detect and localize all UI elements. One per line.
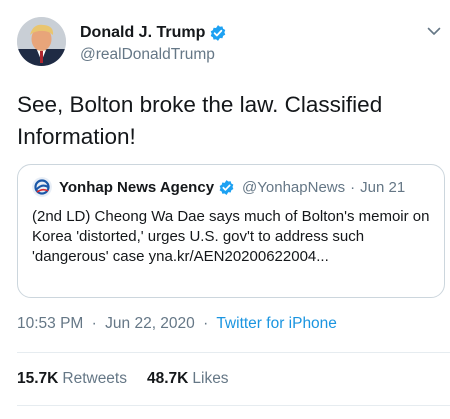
tweet-text: See, Bolton broke the law. Classified In…: [17, 92, 383, 149]
tweet-meta: 10:53 PM · Jun 22, 2020 · Twitter for iP…: [17, 315, 337, 333]
divider: [17, 352, 450, 353]
yonhap-logo: [32, 177, 52, 197]
author-handle[interactable]: @realDonaldTrump: [80, 46, 227, 64]
retweets-stat[interactable]: 15.7K Retweets: [17, 370, 127, 388]
tweet-time[interactable]: 10:53 PM: [17, 315, 83, 332]
likes-label: Likes: [192, 370, 229, 387]
chevron-down-icon[interactable]: [426, 24, 442, 38]
author-block: Donald J. Trump @realDonaldTrump: [80, 22, 227, 64]
tweet-date[interactable]: Jun 22, 2020: [105, 315, 195, 332]
quoted-tweet-text: (2nd LD) Cheong Wa Dae says much of Bolt…: [32, 208, 430, 265]
engagement-stats: 15.7K Retweets 48.7K Likes: [17, 370, 249, 388]
avatar[interactable]: [17, 17, 66, 66]
quoted-author-name: Yonhap News Agency: [59, 178, 215, 196]
quoted-date: Jun 21: [360, 178, 406, 196]
likes-count: 48.7K: [147, 370, 189, 387]
dot-separator: ·: [203, 315, 209, 332]
author-name[interactable]: Donald J. Trump: [80, 24, 205, 42]
source-link[interactable]: Twitter for iPhone: [216, 315, 337, 332]
divider: [17, 405, 450, 406]
retweets-count: 15.7K: [17, 370, 59, 387]
retweets-label: Retweets: [62, 370, 127, 387]
verified-badge-icon: [209, 24, 227, 42]
dot-separator: ·: [91, 315, 97, 332]
quoted-tweet[interactable]: Yonhap News Agency @YonhapNews · Jun 21 …: [17, 164, 445, 298]
tweet: Donald J. Trump @realDonaldTrump See, Bo…: [0, 0, 450, 419]
quoted-author-handle: @YonhapNews: [242, 178, 346, 196]
likes-stat[interactable]: 48.7K Likes: [147, 370, 229, 388]
dot-separator: ·: [350, 178, 356, 196]
verified-badge-icon: [218, 179, 235, 196]
